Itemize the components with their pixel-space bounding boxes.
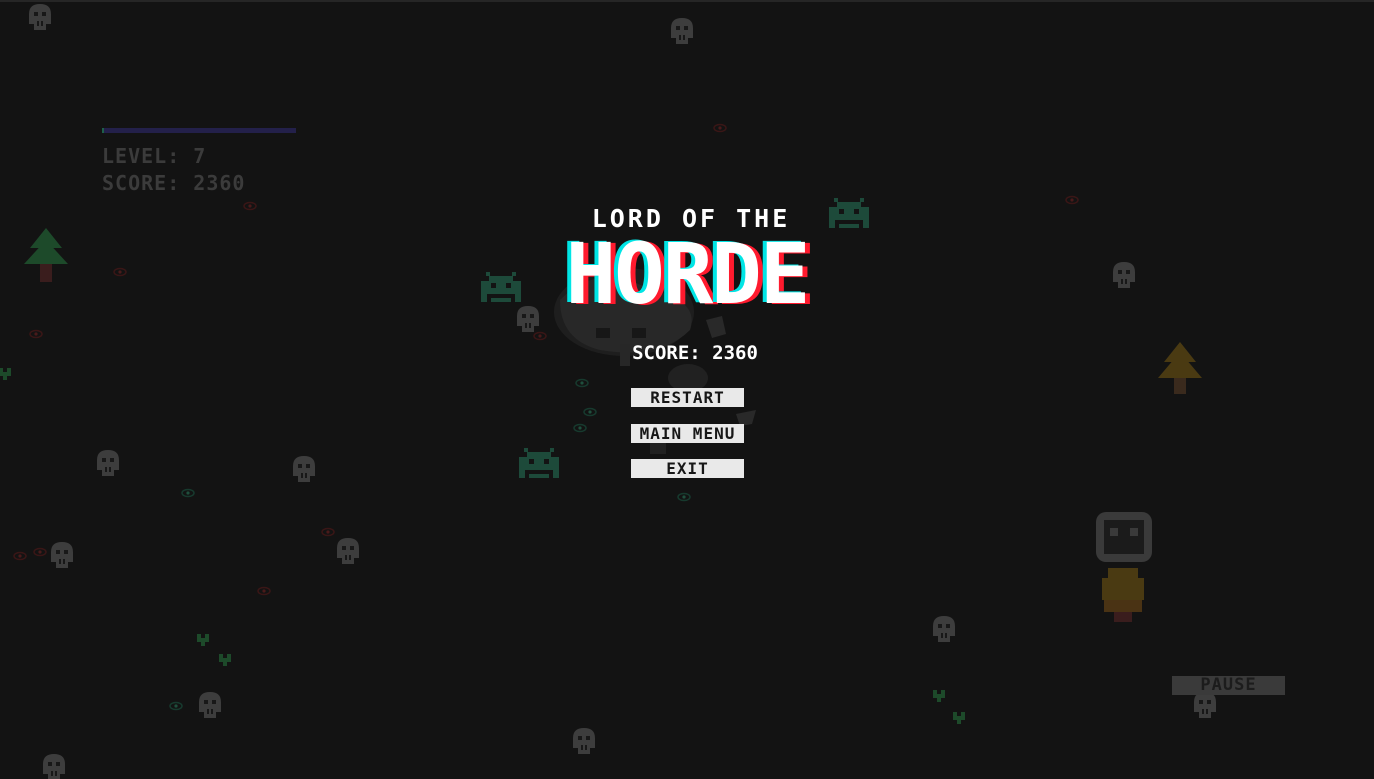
game-title-logo: HORDE HORDE HORDE	[566, 230, 810, 314]
hud-score-label: SCORE: 2360	[102, 171, 246, 195]
tree-left	[24, 228, 68, 282]
exit-button[interactable]: EXIT	[631, 459, 744, 478]
pause-button: PAUSE	[1172, 676, 1285, 695]
top-border	[0, 0, 1374, 2]
final-score: SCORE: 2360	[632, 342, 758, 364]
player-character	[1096, 512, 1152, 622]
skull-enemies	[29, 4, 1216, 779]
restart-button[interactable]: RESTART	[631, 388, 744, 407]
eye-projectiles	[13, 123, 1079, 711]
xp-progress-bar	[102, 128, 296, 133]
xp-progress-fill	[102, 128, 104, 133]
title-top-line: LORD OF THE	[591, 204, 791, 233]
tree-right	[1158, 342, 1202, 394]
title-logo-white-layer: HORDE	[566, 230, 808, 314]
green-shards	[0, 368, 965, 724]
main-menu-button[interactable]: MAIN MENU	[631, 424, 744, 443]
hud-level-label: LEVEL: 7	[102, 144, 207, 168]
